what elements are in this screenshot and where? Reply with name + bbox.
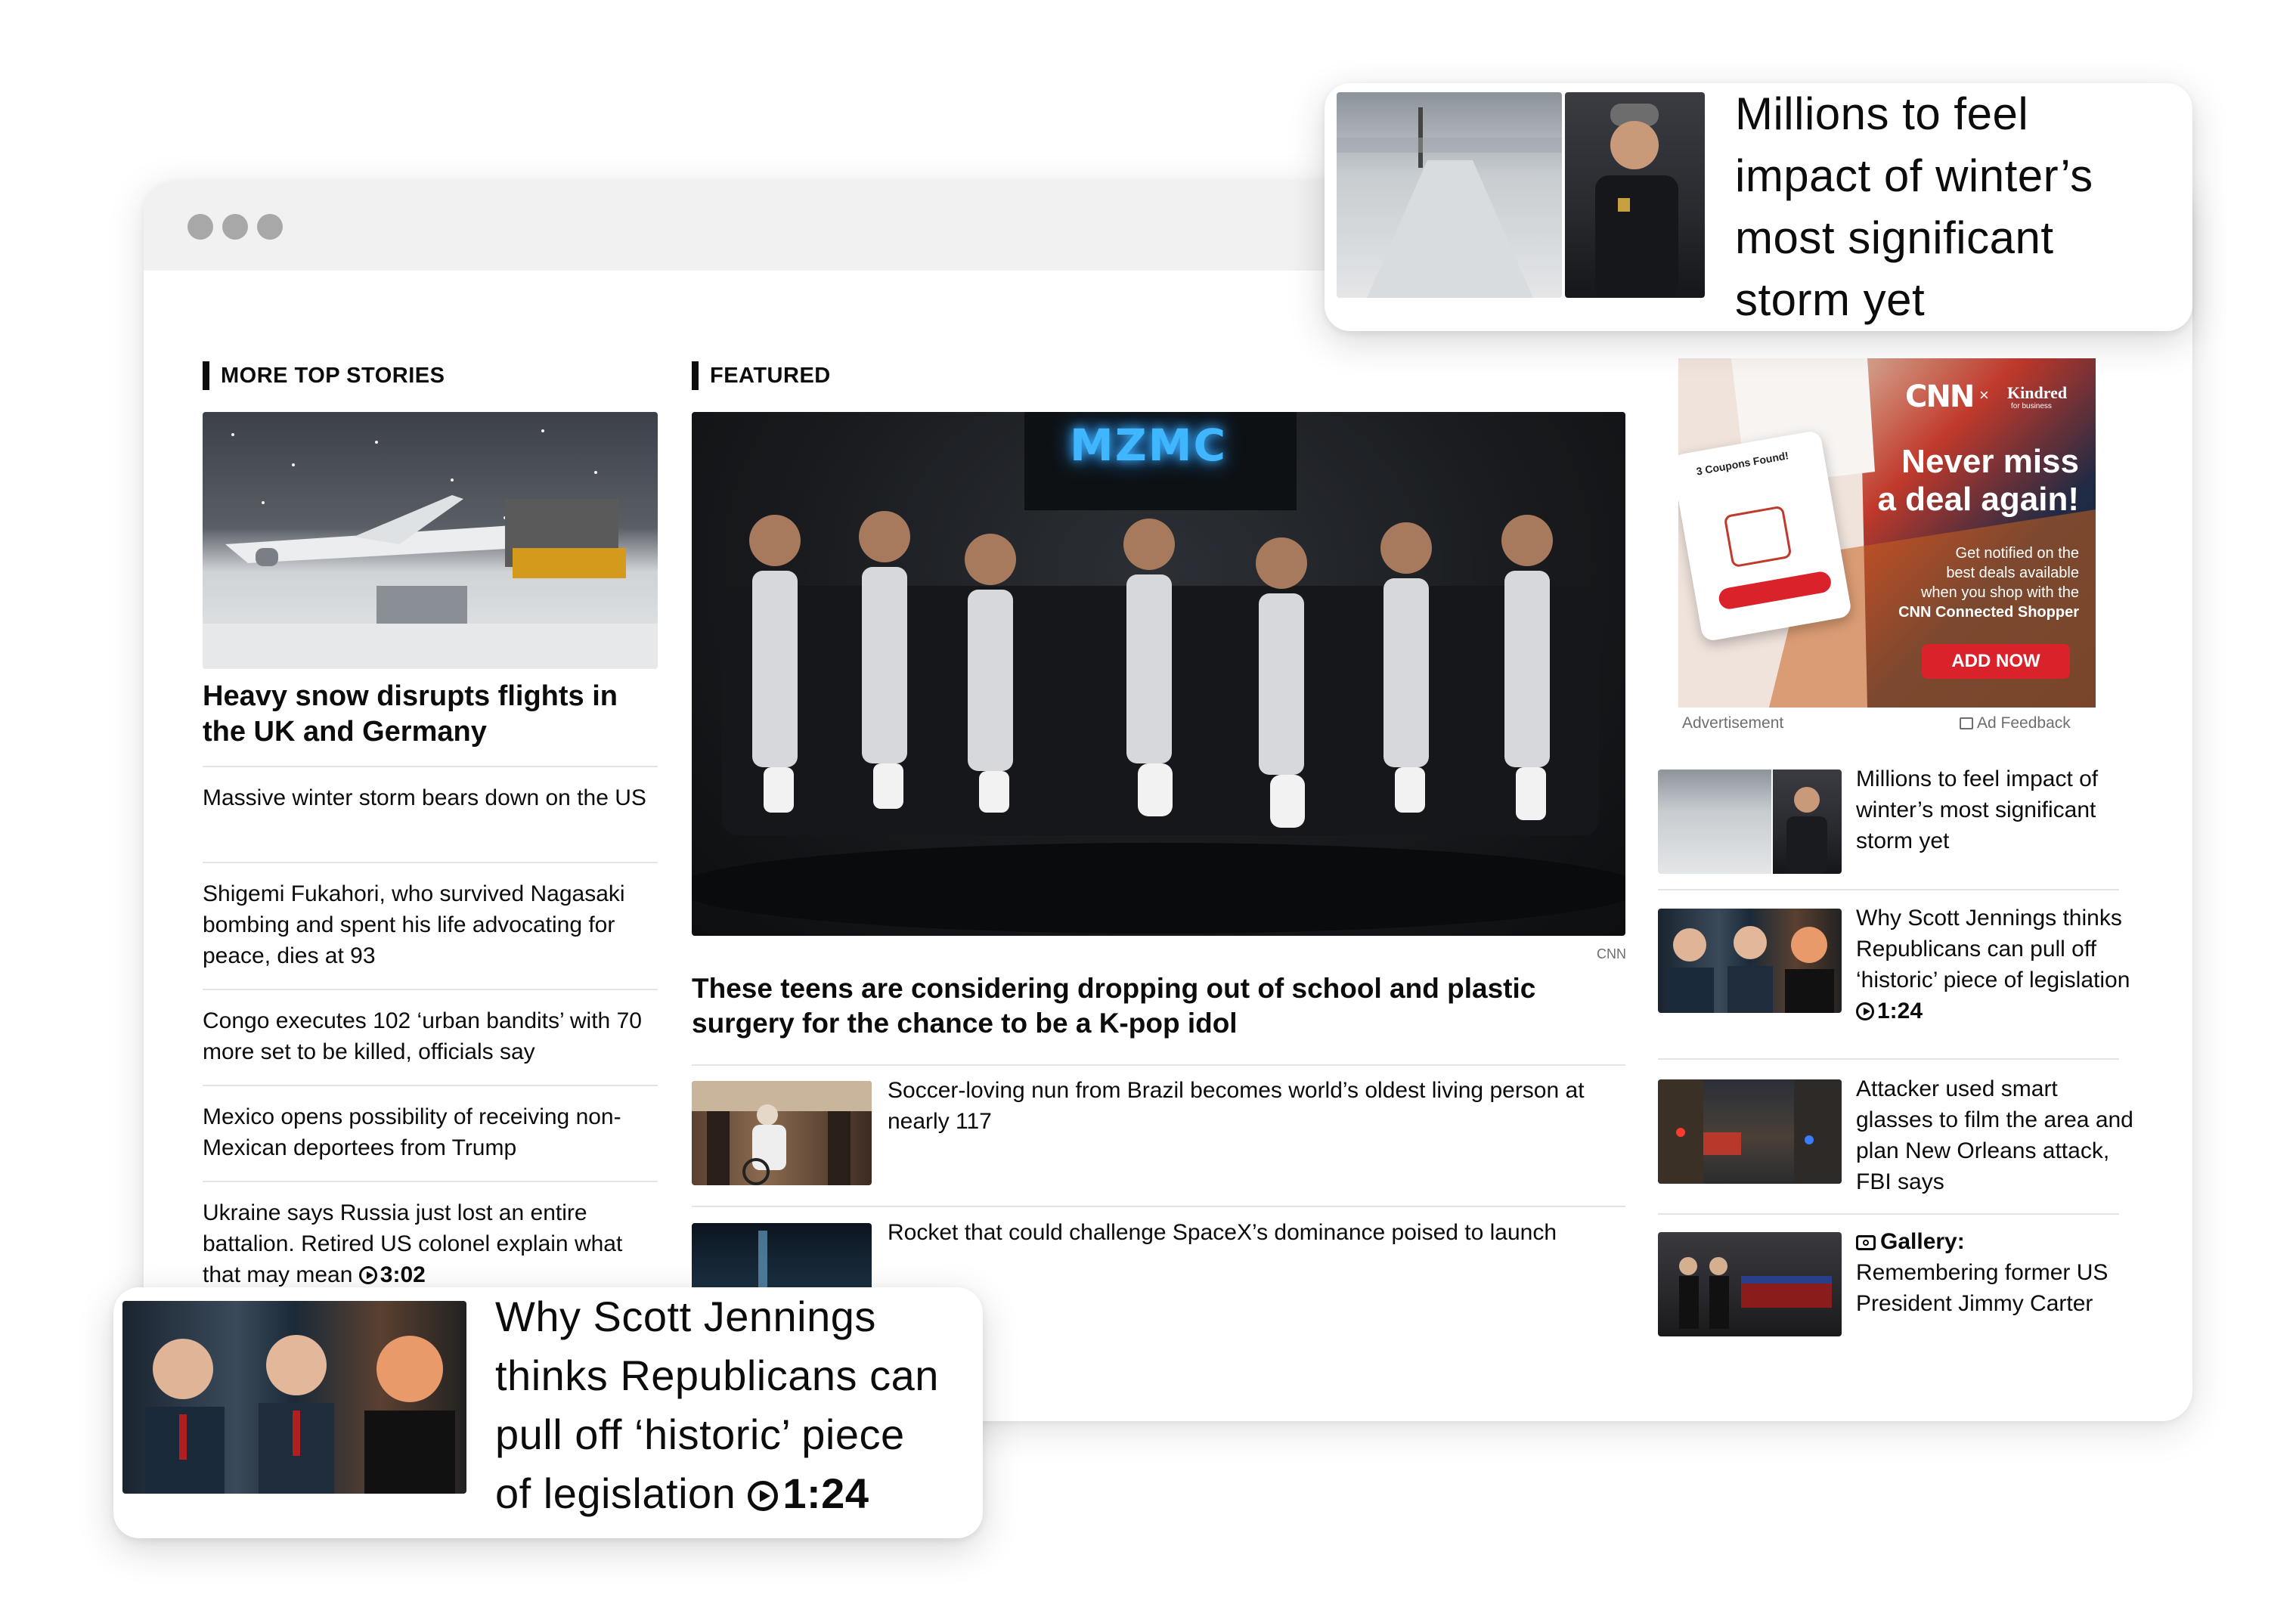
callout-top-title: Millions to feel impact of winter’s most…	[1735, 83, 2093, 331]
feedback-icon	[1960, 717, 1973, 729]
coupon-popup-title: 3 Coupons Found!	[1695, 449, 1790, 478]
x-icon: ×	[1979, 386, 1989, 404]
callout-bottom-line-4: of legislation 1:24	[495, 1464, 939, 1523]
snowy-road-photo	[1658, 770, 1771, 874]
callout-top-line-4: storm yet	[1735, 274, 1926, 325]
kindred-sub: for business	[2011, 402, 2052, 410]
carter-gallery-image[interactable]	[1658, 1232, 1842, 1336]
camera-icon	[1856, 1235, 1876, 1250]
divider	[203, 862, 658, 863]
callout-scott-jennings[interactable]: Why Scott Jennings thinks Republicans ca…	[113, 1287, 983, 1538]
divider	[692, 1064, 1625, 1066]
play-icon	[748, 1481, 779, 1511]
divider	[203, 989, 658, 990]
browser-window: MORE TOP STORIES Heavy snow disrupts fli…	[144, 181, 2192, 1421]
callout-winter-storm[interactable]: Millions to feel impact of winter’s most…	[1325, 83, 2192, 331]
right-story-2-text: Why Scott Jennings thinks Republicans ca…	[1856, 906, 2130, 992]
divider	[1658, 1058, 2119, 1060]
ad-title-line-1: Never miss	[1901, 443, 2079, 480]
ad-feedback-link[interactable]: Ad Feedback	[1960, 714, 2071, 732]
kindred-logo: Kindred	[2007, 383, 2068, 402]
window-dot-2[interactable]	[222, 214, 248, 240]
new-orleans-image[interactable]	[1658, 1079, 1842, 1184]
ad-body-bold: CNN Connected Shopper	[1898, 604, 2079, 621]
callout-snowy-road-photo	[1337, 92, 1562, 298]
right-story-1[interactable]: Millions to feel impact of winter’s most…	[1856, 763, 2136, 856]
gallery-prefix: Gallery:	[1880, 1229, 1965, 1254]
ad-title: Never miss a deal again!	[1845, 443, 2079, 519]
advertisement-label: Advertisement	[1682, 714, 1784, 732]
callout-bottom-line-3: pull off ‘historic’ piece	[495, 1411, 905, 1458]
ad-body-line-2: best deals available	[1946, 565, 2079, 581]
nun-story-image[interactable]	[692, 1081, 872, 1185]
divider	[1658, 1213, 2119, 1215]
story-item-1[interactable]: Massive winter storm bears down on the U…	[203, 782, 664, 813]
divider	[203, 1085, 658, 1086]
callout-bottom-line-4-text: of legislation	[495, 1469, 736, 1517]
featured-headline[interactable]: These teens are considering dropping out…	[692, 971, 1629, 1041]
right-story-3[interactable]: Attacker used smart glasses to film the …	[1856, 1073, 2136, 1197]
ad-body: Get notified on the best deals available…	[1875, 543, 2079, 622]
callout-politicians-photo	[122, 1301, 466, 1494]
reporter-photo	[1773, 770, 1842, 874]
snowy-airport-image[interactable]	[203, 412, 658, 669]
featured-item-1[interactable]: Soccer-loving nun from Brazil becomes wo…	[888, 1075, 1632, 1137]
advertisement-banner[interactable]: 3 Coupons Found! CNN × Kindred for busin…	[1678, 358, 2096, 708]
politicians-image[interactable]	[1658, 909, 1842, 1013]
story-item-5[interactable]: Ukraine says Russia just lost an entire …	[203, 1197, 664, 1290]
divider	[203, 1181, 658, 1182]
featured-label: FEATURED	[692, 361, 831, 390]
callout-reporter-photo	[1565, 92, 1705, 298]
window-dot-3[interactable]	[257, 214, 283, 240]
divider	[203, 766, 658, 767]
callout-top-line-1: Millions to feel	[1735, 88, 2029, 139]
callout-bottom-title: Why Scott Jennings thinks Republicans ca…	[495, 1287, 939, 1523]
lead-headline[interactable]: Heavy snow disrupts flights in the UK an…	[203, 679, 664, 750]
cnn-logo: CNN	[1905, 379, 1975, 414]
featured-item-2[interactable]: Rocket that could challenge SpaceX’s dom…	[888, 1217, 1632, 1248]
video-duration: 3:02	[380, 1262, 426, 1287]
video-duration: 1:24	[1877, 999, 1923, 1023]
image-credit: CNN	[1597, 946, 1626, 962]
neon-sign-text: MZMC	[1070, 420, 1228, 471]
callout-top-line-3: most significant	[1735, 212, 2054, 263]
play-icon	[1856, 1002, 1874, 1020]
play-icon	[358, 1266, 377, 1284]
ad-add-now-button[interactable]: ADD NOW	[1922, 644, 2070, 679]
ad-body-line-3: when you shop with the	[1920, 584, 2079, 601]
callout-top-line-2: impact of winter’s	[1735, 150, 2093, 201]
basket-icon	[1723, 505, 1792, 568]
callout-bottom-line-2: thinks Republicans can	[495, 1352, 939, 1399]
story-item-3[interactable]: Congo executes 102 ‘urban bandits’ with …	[203, 1005, 664, 1067]
story-item-4[interactable]: Mexico opens possibility of receiving no…	[203, 1101, 664, 1163]
story-item-2[interactable]: Shigemi Fukahori, who survived Nagasaki …	[203, 878, 664, 971]
coupon-popup-button	[1717, 570, 1833, 611]
more-top-stories-label: MORE TOP STORIES	[203, 361, 445, 390]
callout-bottom-line-1: Why Scott Jennings	[495, 1293, 876, 1340]
right-story-4-text: Remembering former US President Jimmy Ca…	[1856, 1260, 2109, 1316]
ad-body-line-1: Get notified on the	[1955, 545, 2079, 562]
right-story-2[interactable]: Why Scott Jennings thinks Republicans ca…	[1856, 903, 2136, 1027]
ad-feedback-text: Ad Feedback	[1977, 714, 2071, 732]
callout-video-duration: 1:24	[782, 1469, 869, 1517]
ad-title-line-2: a deal again!	[1877, 481, 2079, 518]
right-story-4[interactable]: Gallery: Remembering former US President…	[1856, 1226, 2136, 1319]
window-dot-1[interactable]	[187, 214, 213, 240]
winter-storm-image[interactable]	[1658, 770, 1842, 874]
kpop-featured-image[interactable]: MZMC	[692, 412, 1625, 936]
divider	[692, 1206, 1625, 1207]
divider	[1658, 889, 2119, 890]
